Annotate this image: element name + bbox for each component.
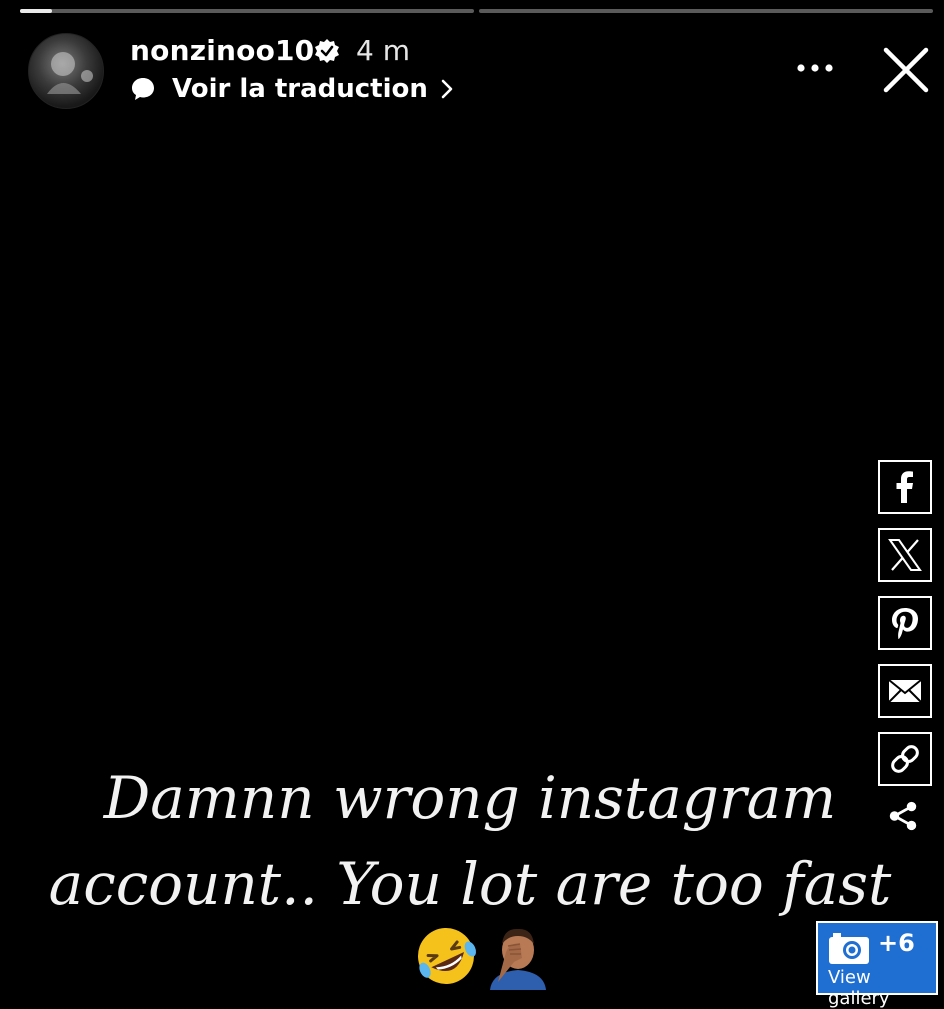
facebook-icon (896, 471, 913, 503)
avatar[interactable] (28, 33, 104, 109)
share-icon (889, 801, 917, 831)
view-gallery-button[interactable]: +6 View gallery (816, 921, 938, 1009)
caption-line-2: account.. You lot are too fast (48, 850, 892, 918)
link-icon (891, 745, 919, 773)
close-icon[interactable] (880, 44, 932, 96)
gallery-label: View gallery (828, 967, 890, 1009)
share-sidebar (878, 460, 932, 836)
caption-line-1: Damnn wrong instagram (103, 764, 837, 832)
share-facebook-button[interactable] (878, 460, 932, 514)
share-pinterest-button[interactable] (878, 596, 932, 650)
post-time: 4 m (356, 34, 410, 67)
username[interactable]: nonzinoo10 (130, 34, 314, 67)
share-email-button[interactable] (878, 664, 932, 718)
speech-bubble-icon (132, 78, 154, 100)
x-logo-icon (888, 539, 922, 571)
share-more-button[interactable] (878, 796, 928, 836)
translate-label: Voir la traduction (172, 74, 428, 104)
camera-icon (829, 933, 869, 964)
rolling-on-floor-laughing-emoji-icon (418, 928, 477, 984)
story-progress-1 (20, 9, 474, 13)
share-x-button[interactable] (878, 528, 932, 582)
story-caption: Damnn wrong instagram account.. You lot … (40, 755, 900, 927)
verified-badge-icon (315, 39, 339, 63)
emoji-row (412, 922, 552, 990)
chevron-right-icon (441, 79, 453, 99)
more-options-icon[interactable] (794, 58, 836, 78)
person-facepalming-emoji-icon (490, 928, 546, 990)
envelope-icon (888, 679, 922, 703)
story-progress-2 (479, 9, 933, 13)
translate-link[interactable]: Voir la traduction (130, 72, 454, 106)
pinterest-icon (892, 608, 918, 639)
copy-link-button[interactable] (878, 732, 932, 786)
gallery-count: +6 (878, 929, 915, 957)
